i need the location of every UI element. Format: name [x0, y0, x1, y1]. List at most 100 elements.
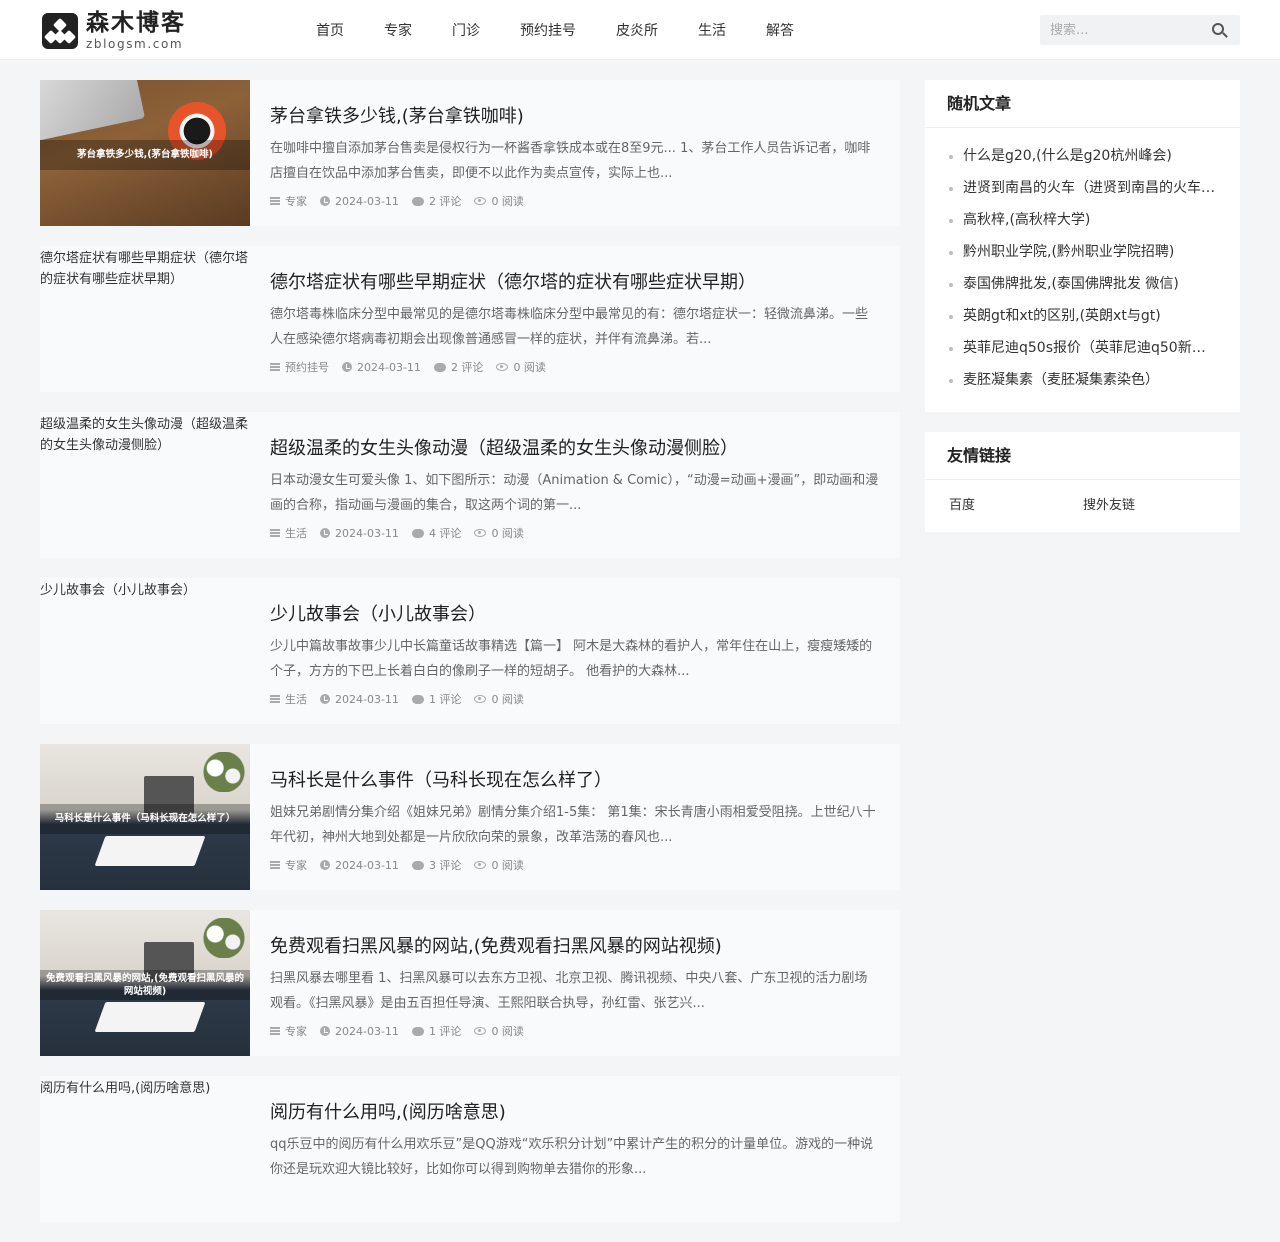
post-excerpt: 少儿中篇故事故事少儿中长篇童话故事精选【篇一】 阿木是大森林的看护人，常年住在山…	[270, 639, 873, 679]
post-excerpt: 在咖啡中擅自添加茅台售卖是侵权行为一杯酱香拿铁成本或在8至9元... 1、茅台工…	[270, 141, 871, 181]
clock-icon	[320, 860, 330, 870]
comment-icon	[411, 196, 424, 206]
site-logo[interactable]: 森木博客 zblogsm.com	[42, 12, 186, 50]
friend-link[interactable]: 百度	[949, 494, 1083, 513]
friend-links-widget: 友情链接 百度 搜外友链	[925, 432, 1240, 532]
post-comments: 2 评论	[450, 361, 484, 374]
random-post-link[interactable]: 黔州职业学院,(黔州职业学院招聘)	[949, 236, 1219, 268]
comment-icon	[411, 528, 424, 538]
nav-item-life[interactable]: 生活	[698, 20, 726, 40]
friend-links: 百度 搜外友链	[925, 480, 1240, 513]
nav-item-appointment[interactable]: 预约挂号	[520, 20, 576, 40]
site-title: 森木博客	[86, 10, 186, 36]
post-views: 0 阅读	[513, 361, 546, 374]
post-thumbnail[interactable]: 茅台拿铁多少钱,(茅台拿铁咖啡)	[40, 80, 250, 226]
category-icon	[270, 197, 280, 205]
post-views: 0 阅读	[491, 693, 524, 706]
post-thumbnail[interactable]: 免费观看扫黑风暴的网站,(免费观看扫黑风暴的网站视频)	[40, 910, 250, 1056]
post-comments: 2 评论	[428, 195, 462, 208]
site-subtitle: zblogsm.com	[86, 37, 184, 51]
post-thumbnail[interactable]: 德尔塔症状有哪些早期症状（德尔塔的症状有哪些症状早期）	[40, 246, 250, 392]
nav-item-experts[interactable]: 专家	[384, 20, 412, 40]
widget-title: 随机文章	[925, 80, 1240, 128]
post-title[interactable]: 免费观看扫黑风暴的网站,(免费观看扫黑风暴的网站视频)	[270, 932, 722, 958]
post-date: 2024-03-11	[335, 1024, 399, 1038]
post-views: 0 阅读	[491, 859, 524, 872]
post-title[interactable]: 茅台拿铁多少钱,(茅台拿铁咖啡)	[270, 102, 524, 128]
category-icon	[270, 363, 280, 371]
post-category[interactable]: 专家	[285, 857, 307, 873]
post-category[interactable]: 预约挂号	[285, 359, 329, 375]
clock-icon	[342, 362, 352, 372]
site-header: 森木博客 zblogsm.com 首页 专家 门诊 预约挂号 皮炎所 生活 解答	[0, 0, 1280, 60]
post-date: 2024-03-11	[335, 526, 399, 540]
thumbnail-caption: 免费观看扫黑风暴的网站,(免费观看扫黑风暴的网站视频)	[46, 972, 244, 997]
nav-item-answers[interactable]: 解答	[766, 20, 794, 40]
eye-icon	[474, 695, 487, 703]
comment-icon	[433, 362, 446, 372]
search-icon[interactable]	[1212, 23, 1224, 35]
thumbnail-alt-text: 阅历有什么用吗,(阅历啥意思)	[40, 1081, 211, 1096]
clock-icon	[320, 528, 330, 538]
post-category[interactable]: 生活	[285, 525, 307, 541]
post-views: 0 阅读	[491, 527, 524, 540]
random-posts-widget: 随机文章 什么是g20,(什么是g20杭州峰会) 进贤到南昌的火车（进贤到南昌的…	[925, 80, 1240, 412]
nav-item-home[interactable]: 首页	[316, 20, 344, 40]
category-icon	[270, 861, 280, 869]
post-title[interactable]: 超级温柔的女生头像动漫（超级温柔的女生头像动漫侧脸）	[270, 434, 738, 460]
post-category[interactable]: 生活	[285, 691, 307, 707]
random-post-link[interactable]: 麦胚凝集素（麦胚凝集素染色）	[949, 364, 1219, 396]
post-views: 0 阅读	[491, 195, 524, 208]
nav-item-dermatitis[interactable]: 皮炎所	[616, 20, 658, 40]
clock-icon	[320, 694, 330, 704]
clock-icon	[320, 196, 330, 206]
comment-icon	[411, 860, 424, 870]
random-post-link[interactable]: 泰国佛牌批发,(泰国佛牌批发 微信)	[949, 268, 1219, 300]
post-title[interactable]: 少儿故事会（小儿故事会）	[270, 600, 486, 626]
post-title[interactable]: 德尔塔症状有哪些早期症状（德尔塔的症状有哪些症状早期）	[270, 268, 756, 294]
post-thumbnail[interactable]: 少儿故事会（小儿故事会）	[40, 578, 250, 724]
random-posts-list: 什么是g20,(什么是g20杭州峰会) 进贤到南昌的火车（进贤到南昌的火车时刻表…	[925, 128, 1240, 396]
post-title[interactable]: 阅历有什么用吗,(阅历啥意思)	[270, 1098, 506, 1124]
clock-icon	[320, 1026, 330, 1036]
post-excerpt: 德尔塔毒株临床分型中最常见的是德尔塔毒株临床分型中最常见的有：德尔塔症状一：轻微…	[270, 307, 869, 347]
post-list: 茅台拿铁多少钱,(茅台拿铁咖啡) 茅台拿铁多少钱,(茅台拿铁咖啡) 在咖啡中擅自…	[40, 80, 900, 1242]
post-comments: 4 评论	[428, 527, 462, 540]
eye-icon	[474, 1027, 487, 1035]
post-item: 茅台拿铁多少钱,(茅台拿铁咖啡) 茅台拿铁多少钱,(茅台拿铁咖啡) 在咖啡中擅自…	[40, 80, 900, 226]
random-post-link[interactable]: 英朗gt和xt的区别,(英朗xt与gt)	[949, 300, 1219, 332]
search-box	[1040, 15, 1240, 45]
post-excerpt: 姐妹兄弟剧情分集介绍《姐妹兄弟》剧情分集介绍1-5集： 第1集：宋长青唐小雨相爱…	[270, 805, 876, 845]
post-item: 免费观看扫黑风暴的网站,(免费观看扫黑风暴的网站视频) 免费观看扫黑风暴的网站,…	[40, 910, 900, 1056]
thumbnail-alt-text: 超级温柔的女生头像动漫（超级温柔的女生头像动漫侧脸）	[40, 417, 249, 453]
post-category[interactable]: 专家	[285, 193, 307, 209]
post-meta: 预约挂号 2024-03-11 2 评论 0 阅读	[270, 359, 559, 375]
random-post-link[interactable]: 进贤到南昌的火车（进贤到南昌的火车时刻表）	[949, 172, 1219, 204]
post-item: 马科长是什么事件（马科长现在怎么样了） 马科长是什么事件（马科长现在怎么样了） …	[40, 744, 900, 890]
search-input[interactable]	[1040, 15, 1200, 45]
category-icon	[270, 695, 280, 703]
post-item: 阅历有什么用吗,(阅历啥意思) 阅历有什么用吗,(阅历啥意思) qq乐豆中的阅历…	[40, 1076, 900, 1222]
post-thumbnail[interactable]: 马科长是什么事件（马科长现在怎么样了）	[40, 744, 250, 890]
post-category[interactable]: 专家	[285, 1023, 307, 1039]
post-date: 2024-03-11	[335, 858, 399, 872]
post-thumbnail[interactable]: 阅历有什么用吗,(阅历啥意思)	[40, 1076, 250, 1222]
post-meta: 生活 2024-03-11 4 评论 0 阅读	[270, 525, 537, 541]
friend-link[interactable]: 搜外友链	[1083, 494, 1217, 513]
post-item: 超级温柔的女生头像动漫（超级温柔的女生头像动漫侧脸） 超级温柔的女生头像动漫（超…	[40, 412, 900, 558]
comment-icon	[411, 694, 424, 704]
random-post-link[interactable]: 高秋梓,(高秋梓大学)	[949, 204, 1219, 236]
post-views: 0 阅读	[491, 1025, 524, 1038]
post-title[interactable]: 马科长是什么事件（马科长现在怎么样了）	[270, 766, 612, 792]
post-meta: 专家 2024-03-11 2 评论 0 阅读	[270, 193, 537, 209]
nav-item-clinic[interactable]: 门诊	[452, 20, 480, 40]
post-comments: 1 评论	[428, 693, 462, 706]
post-meta: 专家 2024-03-11 1 评论 0 阅读	[270, 1023, 537, 1039]
post-excerpt: 扫黑风暴去哪里看 1、扫黑风暴可以去东方卫视、北京卫视、腾讯视频、中央八套、广东…	[270, 971, 868, 1011]
random-post-link[interactable]: 英菲尼迪q50s报价（英菲尼迪q50新款报价）	[949, 332, 1219, 364]
post-thumbnail[interactable]: 超级温柔的女生头像动漫（超级温柔的女生头像动漫侧脸）	[40, 412, 250, 558]
thumbnail-caption: 马科长是什么事件（马科长现在怎么样了）	[54, 813, 236, 825]
post-date: 2024-03-11	[335, 692, 399, 706]
post-date: 2024-03-11	[357, 360, 421, 374]
random-post-link[interactable]: 什么是g20,(什么是g20杭州峰会)	[949, 140, 1219, 172]
